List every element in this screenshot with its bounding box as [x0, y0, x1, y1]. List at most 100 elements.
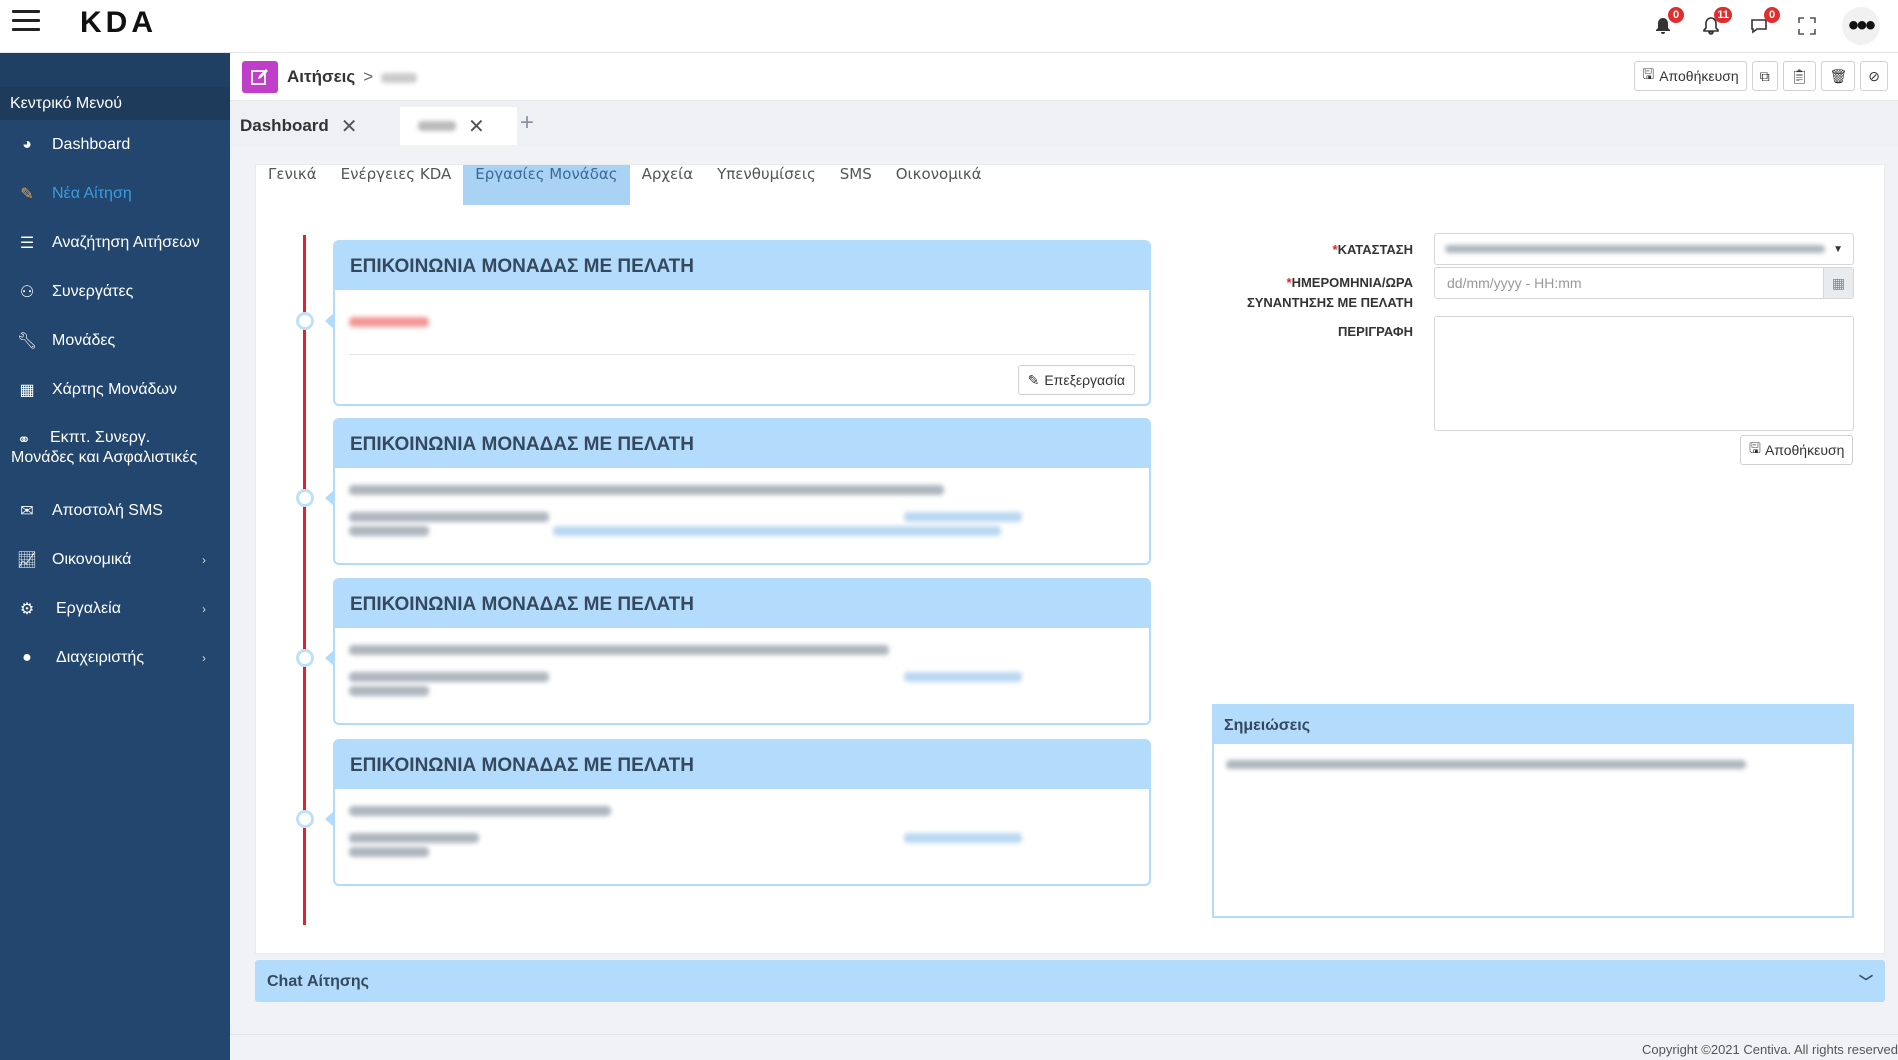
tab-sms[interactable]: SMS [828, 165, 884, 205]
edit-square-icon [242, 61, 278, 93]
description-textarea[interactable] [1434, 316, 1854, 431]
sidebar-header: Κεντρικό Μενού [0, 53, 230, 120]
trash-icon: 🗑︎ [1829, 67, 1848, 84]
status-value-redacted [1445, 245, 1825, 253]
card-meta-redacted [349, 672, 549, 682]
user-icon: ⚇ [19, 283, 35, 301]
sidebar-item-finance[interactable]: 📈︎ Οικονομικά › [0, 535, 230, 584]
delete-button[interactable]: 🗑︎ [1821, 61, 1856, 91]
sidebar-item-label: Dashboard [52, 135, 131, 153]
close-icon[interactable]: ✕ [468, 114, 485, 139]
card-meta-redacted [349, 833, 479, 843]
tab-files[interactable]: Αρχεία [630, 165, 706, 205]
tab-kda-actions[interactable]: Ενέργειες KDA [329, 165, 464, 205]
map-icon: ▦ [19, 381, 35, 399]
user-circle-icon: ● [22, 648, 32, 666]
footer: Copyright ©2021 Centiva. All rights rese… [230, 1034, 1898, 1060]
card-text-redacted [349, 645, 889, 655]
meeting-date-input[interactable] [1435, 268, 1815, 298]
breadcrumb-section[interactable]: Αιτήσεις [287, 67, 355, 86]
sidebar-item-dashboard[interactable]: ◕ Dashboard [0, 120, 230, 169]
chat-title: Chat Αίτησης [267, 973, 369, 990]
notes-content[interactable] [1214, 744, 1852, 786]
tab-current-request[interactable]: ✕ [400, 107, 517, 145]
timeline-node [296, 312, 314, 330]
request-panel: Γενικά Ενέργειες KDA Εργασίες Μονάδας Αρ… [255, 164, 1885, 954]
cancel-button[interactable]: ⊘ [1860, 61, 1888, 91]
tab-dashboard[interactable]: Dashboard ✕ [230, 107, 368, 145]
form-save-button[interactable]: 🖫 Αποθήκευση [1740, 435, 1854, 465]
tab-reminders[interactable]: Υπενθυμίσεις [705, 165, 828, 205]
tab-unit-tasks[interactable]: Εργασίες Μονάδας [463, 165, 630, 205]
card-description-redacted [553, 526, 1001, 536]
form-save-label: Αποθήκευση [1764, 442, 1845, 458]
chevron-down-icon: ﹀ [1859, 974, 1873, 990]
card-body [335, 290, 1149, 355]
sidebar-item-discount-partners[interactable]: ⚭ Εκπτ. Συνεργ. Μονάδες και Ασφαλιστικές [0, 414, 230, 486]
sidebar-item-units-map[interactable]: ▦ Χάρτης Μονάδων [0, 365, 230, 414]
close-icon[interactable]: ✕ [341, 114, 358, 139]
tab-general[interactable]: Γενικά [256, 165, 329, 205]
save-button[interactable]: 🖫 Αποθήκευση [1634, 61, 1747, 91]
ban-icon: ⊘ [1868, 67, 1880, 84]
sidebar-item-tools[interactable]: ⚙ Εργαλεία › [0, 584, 230, 633]
card-title: ΕΠΙΚΟΙΝΩΝΙΑ ΜΟΝΑΔΑΣ ΜΕ ΠΕΛΑΤΗ [335, 741, 1149, 789]
sidebar-item-units[interactable]: 🔧︎ Μονάδες [0, 316, 230, 365]
breadcrumb-current-redacted [381, 72, 418, 83]
card-title: ΕΠΙΚΟΙΝΩΝΙΑ ΜΟΝΑΔΑΣ ΜΕ ΠΕΛΑΤΗ [335, 420, 1149, 468]
hamburger-menu-icon[interactable] [12, 10, 40, 32]
chat-bubble-icon[interactable]: 0 [1746, 7, 1780, 39]
calendar-icon[interactable]: ▦ [1823, 268, 1853, 298]
edit-button-label: Επεξεργασία [1044, 372, 1125, 388]
breadcrumb: Αιτήσεις > [287, 67, 418, 87]
status-select[interactable]: ▼ [1434, 233, 1854, 265]
sidebar-item-search-requests[interactable]: ☰ Αναζήτηση Αιτήσεων [0, 218, 230, 267]
wrench-icon: 🔧︎ [16, 332, 38, 350]
subtabs: Γενικά Ενέργειες KDA Εργασίες Μονάδας Αρ… [256, 165, 994, 205]
tab-label-redacted [418, 121, 456, 131]
caret-down-icon: ▼ [1833, 243, 1843, 255]
edit-icon: ✎ [20, 185, 34, 203]
document-tabs: Dashboard ✕ ✕ + [230, 101, 1898, 145]
card-meta-redacted [349, 512, 549, 522]
more-options-icon[interactable]: ••• [1842, 7, 1880, 45]
sidebar-item-partners[interactable]: ⚇ Συνεργάτες [0, 267, 230, 316]
handshake-icon: ⚭ [17, 432, 31, 449]
card-meta-redacted [349, 847, 429, 857]
breadcrumb-bar: Αιτήσεις > 🖫 Αποθήκευση ⧉ 📋︎ 🗑︎ ⊘ [230, 53, 1898, 101]
sidebar-item-admin[interactable]: ● Διαχειριστής › [0, 633, 230, 682]
alert-bell-icon[interactable]: 11 [1698, 7, 1732, 39]
card-body [335, 628, 1149, 702]
status-label: *ΚΑΤΑΣΤΑΣΗ [1193, 240, 1413, 260]
tab-finance[interactable]: Οικονομικά [884, 165, 994, 205]
timeline-card: ΕΠΙΚΟΙΝΩΝΙΑ ΜΟΝΑΔΑΣ ΜΕ ΠΕΛΑΤΗ [333, 578, 1151, 725]
top-bar: KDA 0 11 0 ••• [0, 0, 1898, 53]
description-label: ΠΕΡΙΓΡΑΦΗ [1338, 324, 1413, 339]
chevron-right-icon: › [202, 650, 206, 665]
sidebar-item-label: Μονάδες [52, 331, 116, 349]
sidebar-item-label: Εργαλεία [56, 599, 121, 617]
bell-icon[interactable]: 0 [1650, 7, 1684, 39]
cogs-icon: ⚙ [19, 600, 35, 618]
meeting-date-label-line2: ΣΥΝΑΝΤΗΣΗΣ ΜΕ ΠΕΛΑΤΗ [1246, 295, 1413, 310]
card-date-redacted [904, 672, 1022, 682]
card-meta-redacted [349, 526, 429, 536]
sidebar-item-label: Αποστολή SMS [52, 501, 163, 519]
sidebar-item-label-line1: Εκπτ. Συνεργ. [50, 429, 151, 446]
toolbar: 🖫 Αποθήκευση ⧉ 📋︎ 🗑︎ ⊘ [1634, 61, 1888, 91]
sidebar-item-label: Χάρτης Μονάδων [52, 380, 178, 398]
tab-label: Dashboard [240, 116, 329, 135]
copy-button[interactable]: ⧉ [1751, 61, 1778, 91]
sidebar-item-send-sms[interactable]: ✉ Αποστολή SMS [0, 486, 230, 535]
fullscreen-icon[interactable] [1794, 13, 1820, 39]
paste-button[interactable]: 📋︎ [1782, 61, 1817, 91]
save-button-label: Αποθήκευση [1659, 68, 1739, 84]
sidebar-item-new-request[interactable]: ✎ Νέα Αίτηση [0, 169, 230, 218]
timeline-card: ΕΠΙΚΟΙΝΩΝΙΑ ΜΟΝΑΔΑΣ ΜΕ ΠΕΛΑΤΗ ✎ Επεξεργασ… [333, 240, 1151, 406]
notes-title: Σημειώσεις [1214, 706, 1852, 744]
edit-button[interactable]: ✎ Επεξεργασία [1017, 365, 1135, 395]
card-text-redacted [349, 806, 611, 816]
chat-accordion[interactable]: Chat Αίτησης ﹀ [255, 960, 1885, 1002]
add-tab-icon[interactable]: + [520, 109, 534, 137]
meeting-date-label-line1: ΗΜΕΡΟΜΗΝΙΑ/ΩΡΑ [1291, 275, 1413, 290]
